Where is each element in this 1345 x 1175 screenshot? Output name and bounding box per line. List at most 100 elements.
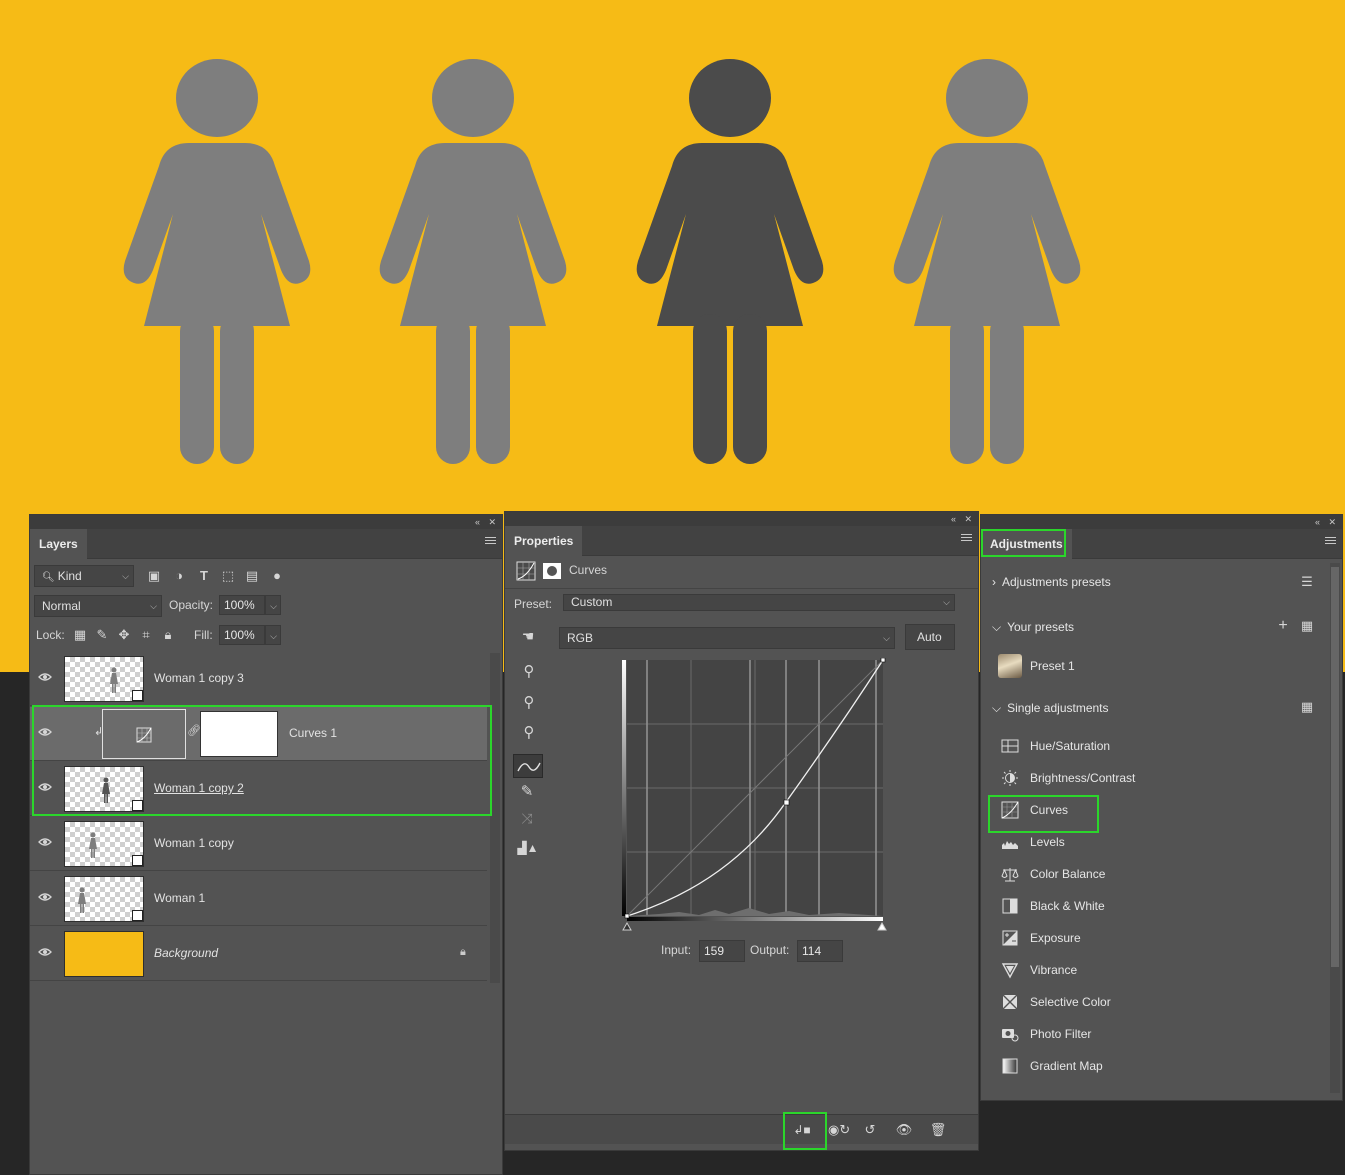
auto-button[interactable]: Auto: [905, 624, 955, 650]
add-preset-icon[interactable]: +: [1275, 618, 1291, 634]
adjustment-label: Color Balance: [1030, 867, 1106, 881]
lock-artboard-icon[interactable]: ⌗: [138, 627, 154, 643]
smart-object-badge-icon: [132, 910, 143, 921]
blend-mode-select[interactable]: Normal ⌵: [34, 595, 162, 617]
adjustment-hue-saturation[interactable]: Hue/Saturation: [1001, 734, 1301, 758]
edit-points-tool[interactable]: [513, 754, 543, 778]
tab-properties[interactable]: Properties: [505, 526, 583, 556]
adjustment-color-balance[interactable]: Color Balance: [1001, 862, 1301, 886]
preset-item[interactable]: Preset 1: [998, 653, 1298, 679]
clipping-warning-icon[interactable]: ▟▲: [515, 840, 541, 856]
adjustment-filter-icon[interactable]: ◑: [171, 568, 187, 584]
adjustments-scrollbar-track[interactable]: [1330, 563, 1340, 1093]
channel-select[interactable]: RGB ⌵: [559, 627, 895, 649]
pencil-draw-icon[interactable]: ✎: [517, 784, 537, 800]
adjustment-label: Levels: [1030, 835, 1065, 849]
lock-all-icon[interactable]: 🔒︎: [160, 627, 176, 643]
visibility-eye-icon[interactable]: [38, 890, 52, 904]
smart-object-filter-icon[interactable]: ▤: [244, 568, 260, 584]
lock-transparent-icon[interactable]: ▦: [72, 627, 88, 643]
close-icon[interactable]: ✕: [964, 512, 972, 526]
filter-toggle-icon[interactable]: ●: [269, 568, 285, 584]
adjustment-brightness-contrast[interactable]: Brightness/Contrast: [1001, 766, 1301, 790]
reset-icon[interactable]: ↺: [860, 1122, 880, 1138]
adjustment-label: Brightness/Contrast: [1030, 771, 1136, 785]
adjustment-selective-color[interactable]: Selective Color: [1001, 990, 1301, 1014]
adjustment-levels[interactable]: Levels: [1001, 830, 1301, 854]
highlight-clipped-layers: [32, 705, 492, 816]
type-filter-icon[interactable]: T: [196, 568, 212, 584]
single-adjustments-header[interactable]: ⌵ Single adjustments: [992, 699, 1109, 717]
view-previous-state-icon[interactable]: ◉↻: [828, 1122, 850, 1138]
adjustment-photo-filter[interactable]: Photo Filter: [1001, 1022, 1301, 1046]
adjustment-label: Selective Color: [1030, 995, 1111, 1009]
visibility-eye-icon[interactable]: [38, 945, 52, 959]
output-field[interactable]: 114: [797, 940, 843, 962]
layer-row-woman-1-copy[interactable]: Woman 1 copy: [30, 817, 487, 871]
collapse-icon[interactable]: «: [1315, 515, 1320, 529]
preset-thumbnail: [998, 654, 1022, 678]
layer-name[interactable]: Woman 1 copy 3: [154, 670, 244, 686]
your-presets-header[interactable]: ⌵ Your presets: [992, 618, 1074, 636]
list-view-icon[interactable]: ☰: [1299, 574, 1315, 590]
layer-name[interactable]: Background: [154, 945, 218, 961]
layers-scrollbar[interactable]: [490, 653, 500, 983]
fill-dropdown[interactable]: ⌵: [265, 625, 281, 645]
layer-row-woman-1-copy-3[interactable]: Woman 1 copy 3: [30, 652, 487, 706]
collapse-icon[interactable]: «: [475, 515, 480, 529]
layer-name[interactable]: Woman 1 copy: [154, 835, 234, 851]
black-point-eyedropper-icon[interactable]: ⚲: [519, 664, 539, 680]
highlight-adjustments-tab: [981, 529, 1066, 557]
adjustments-presets-header[interactable]: › Adjustments presets: [992, 573, 1111, 591]
lock-icon[interactable]: 🔒︎: [460, 946, 466, 959]
close-icon[interactable]: ✕: [1328, 515, 1336, 529]
background-thumbnail: [64, 931, 144, 977]
chevron-right-icon: ›: [992, 575, 996, 589]
smooth-curve-icon[interactable]: ⤨: [516, 810, 538, 826]
section-label: Adjustments presets: [1002, 575, 1111, 589]
filter-kind-select[interactable]: 🔍︎ Kind ⌵: [34, 565, 134, 587]
output-label: Output:: [750, 943, 790, 957]
tab-layers[interactable]: Layers: [30, 529, 87, 559]
lock-position-icon[interactable]: ✥: [116, 627, 132, 643]
woman-thumbnail-icon: [78, 887, 86, 913]
visibility-eye-icon[interactable]: [38, 670, 52, 684]
toggle-visibility-icon[interactable]: 👁︎: [894, 1122, 914, 1138]
delete-icon[interactable]: 🗑︎: [928, 1122, 948, 1138]
preset-label: Preset:: [514, 597, 553, 611]
grid-view-icon[interactable]: ▦: [1299, 699, 1315, 715]
panel-menu-icon[interactable]: [961, 534, 972, 543]
layer-row-background[interactable]: Background 🔒︎: [30, 927, 487, 981]
opacity-dropdown[interactable]: ⌵: [265, 595, 281, 615]
gray-point-eyedropper-icon[interactable]: ⚲: [519, 695, 539, 711]
close-icon[interactable]: ✕: [488, 515, 496, 529]
adjustment-gradient-map[interactable]: Gradient Map: [1001, 1054, 1301, 1078]
opacity-input[interactable]: 100%: [219, 595, 265, 615]
collapse-icon[interactable]: «: [951, 512, 956, 526]
hue-saturation-icon: [1001, 739, 1019, 753]
curves-icon[interactable]: [516, 561, 536, 581]
adjustment-black-white[interactable]: Black & White: [1001, 894, 1301, 918]
mask-icon[interactable]: [542, 561, 562, 581]
adjustments-scrollbar-thumb[interactable]: [1331, 567, 1339, 967]
layer-row-woman-1[interactable]: Woman 1: [30, 872, 487, 926]
layer-thumbnail: [64, 876, 144, 922]
lock-image-icon[interactable]: ✎: [94, 627, 110, 643]
grid-view-icon[interactable]: ▦: [1299, 618, 1315, 634]
visibility-eye-icon[interactable]: [38, 835, 52, 849]
input-field[interactable]: 159: [699, 940, 745, 962]
adjustment-exposure[interactable]: Exposure: [1001, 926, 1301, 950]
shape-filter-icon[interactable]: ⬚: [220, 568, 236, 584]
pixel-filter-icon[interactable]: ▣: [146, 568, 162, 584]
fill-input[interactable]: 100%: [219, 625, 265, 645]
preset-select[interactable]: Custom ⌵: [563, 594, 955, 611]
white-point-eyedropper-icon[interactable]: ⚲: [519, 725, 539, 741]
selective-color-icon: [1002, 994, 1018, 1010]
panel-menu-icon[interactable]: [1325, 537, 1336, 546]
on-image-adjustment-icon[interactable]: ☚: [515, 628, 541, 644]
adjustment-vibrance[interactable]: Vibrance: [1001, 958, 1301, 982]
panel-menu-icon[interactable]: [485, 537, 496, 546]
curves-graph[interactable]: [619, 658, 889, 938]
layer-name[interactable]: Woman 1: [154, 890, 205, 906]
section-label: Single adjustments: [1007, 701, 1109, 715]
